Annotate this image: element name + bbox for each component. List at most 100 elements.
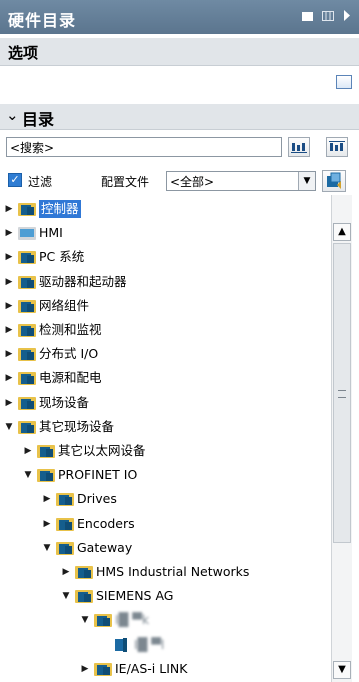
folder-icon	[18, 250, 36, 265]
float-panel-icon[interactable]	[302, 10, 313, 24]
tree-node-label: 其它现场设备	[39, 418, 115, 434]
tree-node[interactable]: ▼ Gateway	[0, 536, 330, 560]
folder-icon	[75, 565, 93, 579]
tree-node[interactable]: ▶ HMI	[0, 221, 330, 245]
device-icon	[113, 637, 131, 652]
scroll-up-button[interactable]: ▲	[333, 223, 351, 241]
folder-icon	[56, 541, 74, 555]
profile-label: 配置文件	[101, 175, 150, 189]
tree-node[interactable]: ▶ PC 系统	[0, 245, 330, 269]
folder-icon	[18, 420, 36, 434]
profile-settings-button[interactable]	[322, 170, 346, 192]
tree-node-label: 驱动器和起动器	[39, 273, 127, 289]
folder-icon	[18, 299, 36, 313]
tree-node[interactable]: ▶ Drives	[0, 487, 330, 511]
expand-arrow-icon[interactable]: ▶	[4, 342, 14, 366]
tree-node[interactable]: ▼ SIEMENS AG	[0, 584, 330, 608]
tree-node[interactable]: ▶ 分布式 I/O	[0, 342, 330, 366]
folder-icon	[75, 589, 93, 604]
tree-node[interactable]: ▼ 其它现场设备	[0, 415, 330, 439]
tree-node[interactable]: ▼ PROFINET IO	[0, 463, 330, 487]
expand-arrow-icon[interactable]: ▶	[42, 512, 52, 536]
folder-icon	[18, 202, 36, 216]
tree-node-label: PROFINET IO	[58, 467, 138, 483]
tree-node[interactable]: ▶ IE/AS-i LINK	[0, 657, 330, 681]
profile-value: <全部>	[170, 175, 215, 189]
expand-arrow-icon[interactable]: ▶	[4, 270, 14, 294]
catalog-header[interactable]: ⌄ 目录	[0, 104, 359, 130]
options-header[interactable]: 选项	[0, 38, 359, 66]
folder-icon	[18, 396, 36, 410]
expand-arrow-icon[interactable]: ▶	[4, 221, 14, 245]
scroll-grip-icon	[338, 390, 346, 398]
folder-icon	[18, 323, 36, 337]
tree-node-label: 检测和监视	[39, 322, 102, 337]
tree-node[interactable]: ▶ 驱动器和起动器	[0, 270, 330, 294]
tree-node[interactable]: I█ ▀l	[0, 633, 330, 657]
tree-node-label: HMS Industrial Networks	[96, 564, 250, 579]
expand-arrow-icon[interactable]: ▶	[61, 560, 71, 584]
expand-arrow-icon[interactable]: ▶	[4, 294, 14, 318]
collapse-arrow-icon[interactable]: ▼	[80, 608, 90, 632]
expand-arrow-icon[interactable]: ▶	[4, 197, 14, 221]
tree-node-label: SIEMENS AG	[96, 588, 174, 604]
expand-arrow-icon[interactable]: ▶	[23, 439, 33, 463]
tree-node-label: IE/AS-i LINK	[115, 660, 188, 676]
options-strip	[0, 69, 359, 99]
search-down-button[interactable]	[288, 137, 310, 157]
tree-node-label: Encoders	[77, 515, 135, 531]
chevron-down-icon[interactable]: ⌄	[6, 106, 19, 124]
expand-arrow-icon[interactable]: ▶	[4, 366, 14, 390]
folder-icon	[94, 613, 112, 628]
tree-node-label: HMI	[39, 225, 63, 241]
filter-row: ✓ 过滤 配置文件 <全部> ▼	[0, 168, 359, 194]
expand-arrow-icon[interactable]: ▶	[4, 245, 14, 269]
collapse-arrow-icon[interactable]: ▼	[42, 536, 52, 560]
tree-node-label: 电源和配电	[39, 370, 102, 386]
dropdown-arrow-icon[interactable]: ▼	[298, 172, 315, 190]
options-view-button[interactable]	[336, 75, 352, 89]
tree-node[interactable]: ▶ Encoders	[0, 512, 330, 536]
folder-icon	[37, 444, 55, 458]
expand-arrow-icon[interactable]: ▶	[42, 487, 52, 511]
panel-title: 硬件目录	[8, 11, 77, 30]
folder-icon	[37, 468, 55, 483]
catalog-tree: ▶ 控制器 ▶ HMI ▶ PC 系统 ▶ 驱动器和起动器 ▶ 网络组件 ▶ 检测和监视 ▶ 分布式 I/…	[0, 195, 330, 682]
search-row	[0, 131, 359, 165]
tree-node[interactable]: ▶ 控制器	[0, 197, 330, 221]
folder-icon	[56, 492, 74, 507]
tree-node[interactable]: ▼ I█ ▀k	[0, 608, 330, 632]
scroll-thumb[interactable]	[333, 243, 351, 543]
search-input[interactable]	[6, 137, 282, 157]
filter-checkbox[interactable]: ✓	[8, 173, 22, 187]
tree-scrollbar[interactable]: ▲ ▼	[331, 195, 352, 682]
profile-select[interactable]: <全部> ▼	[166, 171, 316, 191]
options-title: 选项	[8, 44, 39, 62]
tree-node[interactable]: ▶ 电源和配电	[0, 366, 330, 390]
scroll-down-button[interactable]: ▼	[333, 661, 351, 679]
layout-icon[interactable]	[322, 10, 334, 24]
tree-node-label: Drives	[77, 491, 117, 507]
tree-node[interactable]: ▶ 检测和监视	[0, 318, 330, 342]
tree-node[interactable]: ▶ 其它以太网设备	[0, 439, 330, 463]
collapse-arrow-icon[interactable]: ▼	[4, 415, 14, 439]
tree-node[interactable]: ▶ 网络组件	[0, 294, 330, 318]
expand-arrow-icon[interactable]: ▶	[4, 391, 14, 415]
hmi-icon	[18, 226, 36, 241]
tree-node[interactable]: ▶ HMS Industrial Networks	[0, 560, 330, 584]
tree-node-label: 控制器	[39, 200, 81, 218]
tree-node-label: 现场设备	[39, 394, 90, 410]
tree-node-label: I█ ▀k	[115, 612, 150, 628]
tree-node-label: Gateway	[77, 539, 133, 555]
folder-icon	[56, 517, 74, 531]
tree-node-label: PC 系统	[39, 249, 85, 265]
folder-icon	[18, 347, 36, 362]
search-up-button[interactable]	[326, 137, 348, 157]
collapse-panel-icon[interactable]	[343, 10, 351, 24]
expand-arrow-icon[interactable]: ▶	[80, 657, 90, 681]
collapse-arrow-icon[interactable]: ▼	[23, 463, 33, 487]
expand-arrow-icon[interactable]: ▶	[4, 318, 14, 342]
tree-node[interactable]: ▶ 现场设备	[0, 391, 330, 415]
collapse-arrow-icon[interactable]: ▼	[61, 584, 71, 608]
filter-label: 过滤	[28, 175, 53, 189]
